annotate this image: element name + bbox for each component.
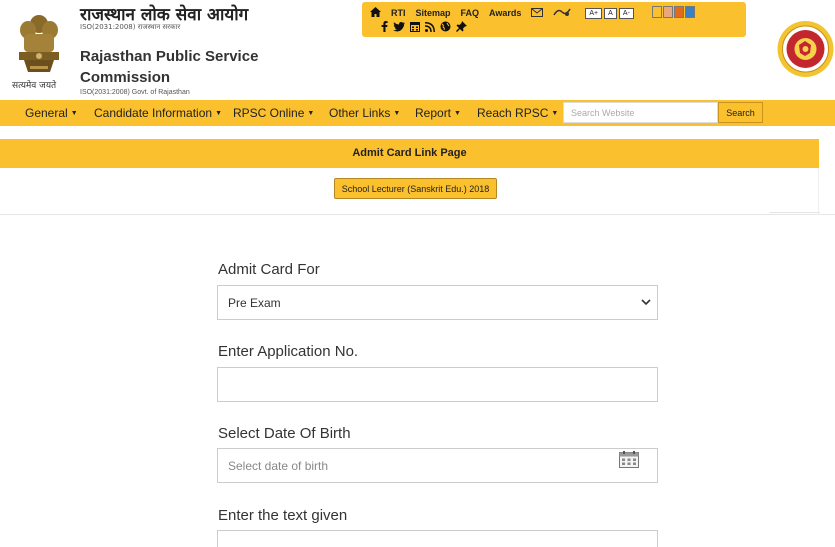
caret-down-icon: ▼ (70, 110, 78, 118)
nav-item-reach-rpsc[interactable]: Reach RPSC ▼ (477, 106, 558, 120)
captcha-input[interactable] (218, 531, 657, 547)
captcha-label: Enter the text given (218, 507, 348, 524)
theme-peach-swatch[interactable] (662, 6, 673, 18)
theme-blue-swatch[interactable] (684, 6, 695, 18)
caret-down-icon: ▼ (551, 110, 559, 118)
nav-label: RPSC Online (233, 106, 305, 120)
nav-item-report[interactable]: Report ▼ (415, 106, 461, 120)
search-button[interactable]: Search (718, 102, 763, 123)
home-icon[interactable] (370, 7, 381, 19)
divider (770, 212, 820, 213)
application-no-label: Enter Application No. (218, 343, 359, 360)
rss-icon[interactable] (424, 21, 435, 35)
admit-card-select-wrapper: Pre Exam (217, 285, 658, 320)
theme-orange-swatch[interactable] (673, 6, 684, 18)
rpsc-logo (777, 20, 834, 78)
nav-item-other-links[interactable]: Other Links ▼ (329, 106, 400, 120)
caret-down-icon: ▼ (393, 110, 401, 118)
exam-link-area: School Lecturer (Sanskrit Edu.) 2018 (0, 168, 835, 215)
divider (818, 168, 819, 215)
ashoka-emblem-icon (19, 15, 59, 72)
page-title: Admit Card Link Page (0, 139, 819, 168)
dob-wrapper (217, 448, 658, 483)
facebook-icon[interactable] (381, 21, 388, 35)
national-emblem: सत्यमेव जयते (10, 10, 68, 91)
nav-label: Reach RPSC (477, 106, 549, 120)
rti-link[interactable]: RTI (391, 8, 406, 18)
iso-caption-hindi: ISO(2031:2008) राजस्थान सरकार (80, 23, 181, 31)
dob-input[interactable] (218, 449, 657, 482)
nav-label: Report (415, 106, 452, 120)
nav-item-candidate-information[interactable]: Candidate Information ▼ (94, 106, 222, 120)
pin-icon[interactable] (456, 21, 467, 35)
font-normal-button[interactable]: A (604, 8, 617, 19)
dob-label: Select Date Of Birth (218, 425, 351, 442)
application-no-input[interactable] (218, 368, 657, 401)
rpsc-seal-icon (777, 21, 834, 77)
awards-link[interactable]: Awards (489, 8, 521, 18)
nav-item-general[interactable]: General ▼ (25, 106, 78, 120)
font-decrease-button[interactable]: A- (618, 8, 634, 19)
sitemap-link[interactable]: Sitemap (416, 8, 451, 18)
faq-link[interactable]: FAQ (461, 8, 480, 18)
emblem-motto: सत्यमेव जयते (12, 81, 57, 91)
caret-down-icon: ▼ (307, 110, 315, 118)
theme-yellow-swatch[interactable] (651, 6, 662, 18)
calendar-icon[interactable] (410, 21, 420, 35)
captcha-wrapper (217, 530, 658, 547)
admit-card-for-label: Admit Card For (218, 261, 320, 278)
caret-down-icon: ▼ (454, 110, 461, 118)
screen-reader-icon[interactable] (553, 7, 572, 20)
mail-icon[interactable] (531, 7, 544, 19)
search-input[interactable] (563, 102, 718, 123)
admit-card-select[interactable]: Pre Exam (218, 286, 657, 319)
nav-label: Other Links (329, 106, 391, 120)
exam-link-button[interactable]: School Lecturer (Sanskrit Edu.) 2018 (334, 178, 497, 199)
main-nav: General ▼ Candidate Information ▼ RPSC Onl… (0, 100, 835, 126)
site-header: सत्यमेव जयते राजस्थान लोक सेवा आयोग ISO(… (0, 0, 835, 100)
calendar-icon[interactable] (619, 451, 639, 468)
site-title-english: Rajasthan Public Service Commission (80, 48, 259, 86)
globe-icon[interactable] (440, 21, 451, 35)
caret-down-icon: ▼ (215, 110, 223, 118)
nav-item-rpsc-online[interactable]: RPSC Online ▼ (233, 106, 314, 120)
site-title-hindi: राजस्थान लोक सेवा आयोग (80, 5, 249, 25)
application-no-wrapper (217, 367, 658, 402)
nav-label: Candidate Information (94, 106, 213, 120)
font-increase-button[interactable]: A+ (585, 8, 603, 19)
utility-bar: RTI Sitemap FAQ Awards A+ A A- (362, 2, 746, 37)
twitter-icon[interactable] (393, 21, 405, 35)
nav-label: General (25, 106, 68, 120)
iso-caption-english: ISO(2031:2008) Govt. of Rajasthan (80, 89, 190, 96)
